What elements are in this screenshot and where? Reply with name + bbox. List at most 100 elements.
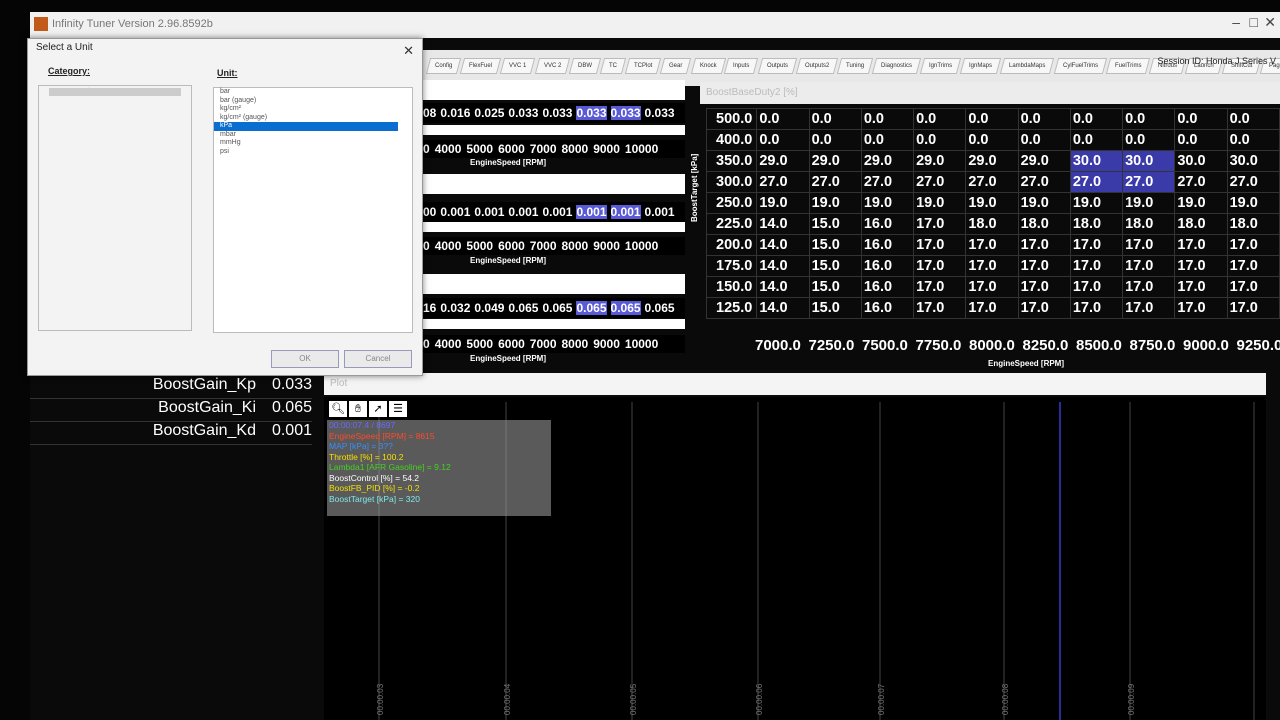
mid-cell[interactable]: 0.065	[542, 301, 572, 315]
table-cell[interactable]: 30.0	[1122, 150, 1176, 172]
cursor-icon[interactable]: ➚	[369, 401, 387, 417]
unit-item[interactable]: psi	[214, 148, 412, 157]
table-cell[interactable]: 19.0	[756, 192, 810, 214]
category-list[interactable]: Pressure Unit	[38, 85, 192, 331]
table-cell[interactable]: 0.0	[913, 108, 967, 130]
table-cell[interactable]: 17.0	[1174, 276, 1228, 298]
tab-14[interactable]: IgnTrims	[920, 58, 962, 74]
tab-7[interactable]: Gear	[660, 58, 692, 74]
table-cell[interactable]: 17.0	[1174, 297, 1228, 319]
table-cell[interactable]: 0.0	[808, 129, 862, 151]
unit-item[interactable]: mbar	[214, 131, 412, 140]
mid-cell[interactable]: 00	[423, 205, 436, 219]
table-cell[interactable]: 17.0	[1069, 297, 1124, 319]
table-cell[interactable]: 27.0	[965, 171, 1019, 193]
table-cell[interactable]: 27.0	[860, 171, 915, 193]
table-cell[interactable]: 29.0	[860, 150, 915, 172]
table-cell[interactable]: 15.0	[808, 234, 862, 256]
ok-button[interactable]: OK	[271, 350, 339, 368]
table-cell[interactable]: 0.0	[808, 108, 862, 130]
mid-panel-3-scrollbar[interactable]	[423, 319, 685, 329]
table-cell[interactable]: 14.0	[756, 276, 810, 298]
table-cell[interactable]: 0.0	[1174, 108, 1228, 130]
mid-cell[interactable]: 0.001	[474, 205, 504, 219]
table-cell[interactable]: 14.0	[756, 234, 810, 256]
table-cell[interactable]: 27.0	[1069, 171, 1124, 193]
mid-panel-3-values[interactable]: 16 0.032 0.049 0.065 0.065 0.065 0.065 0.065	[423, 298, 685, 318]
table-cell[interactable]: 17.0	[913, 297, 967, 319]
table-cell[interactable]: 27.0	[1226, 171, 1280, 193]
table-cell[interactable]: 17.0	[1122, 255, 1176, 277]
table-cell[interactable]: 16.0	[860, 234, 915, 256]
table-cell[interactable]: 27.0	[756, 171, 810, 193]
table-cell[interactable]: 0.0	[1226, 129, 1280, 151]
table-cell[interactable]: 14.0	[756, 213, 810, 235]
pan-hand-icon[interactable]: ✋︎	[349, 401, 367, 417]
table-cell[interactable]: 17.0	[1017, 297, 1071, 319]
table-cell[interactable]: 27.0	[1122, 171, 1176, 193]
table-cell[interactable]: 17.0	[1017, 234, 1071, 256]
table-cell[interactable]: 17.0	[913, 255, 967, 277]
unit-item[interactable]: kg/cm²	[214, 105, 412, 114]
table-cell[interactable]: 0.0	[1069, 108, 1124, 130]
table-cell[interactable]: 14.0	[756, 297, 810, 319]
table-cell[interactable]: 15.0	[808, 276, 862, 298]
tab-6[interactable]: TCPlot	[624, 58, 662, 74]
table-cell[interactable]: 16.0	[860, 255, 915, 277]
table-cell[interactable]: 0.0	[965, 108, 1019, 130]
table-cell[interactable]: 19.0	[1069, 192, 1124, 214]
table-cell[interactable]: 17.0	[965, 234, 1019, 256]
table-cell[interactable]: 0.0	[1017, 129, 1071, 151]
table-cell[interactable]: 0.0	[913, 129, 967, 151]
mid-cell[interactable]: 0.001	[440, 205, 470, 219]
mid-cell[interactable]: 0.001	[576, 205, 607, 219]
table-cell[interactable]: 29.0	[913, 150, 967, 172]
mid-cell[interactable]: 0.065	[610, 301, 641, 315]
mid-cell[interactable]: 0.033	[610, 106, 641, 120]
table-cell[interactable]: 17.0	[913, 276, 967, 298]
table-cell[interactable]: 17.0	[1122, 297, 1176, 319]
mid-cell[interactable]: 0.065	[508, 301, 538, 315]
table-cell[interactable]: 19.0	[860, 192, 915, 214]
tab-11[interactable]: Outputs2	[795, 58, 839, 74]
mid-cell[interactable]: 0.065	[576, 301, 607, 315]
table-cell[interactable]: 0.0	[756, 108, 810, 130]
unit-item[interactable]: kg/cm² (gauge)	[214, 114, 412, 123]
minimize-icon[interactable]: –	[1232, 14, 1240, 30]
table-cell[interactable]: 17.0	[1017, 255, 1071, 277]
table-cell[interactable]: 0.0	[1069, 129, 1124, 151]
table-cell[interactable]: 17.0	[913, 234, 967, 256]
table-cell[interactable]: 18.0	[1069, 213, 1124, 235]
table-cell[interactable]: 0.0	[1174, 129, 1228, 151]
table-cell[interactable]: 0.0	[1122, 129, 1176, 151]
table-cell[interactable]: 16.0	[860, 276, 915, 298]
table-cell[interactable]: 29.0	[965, 150, 1019, 172]
table-cell[interactable]: 19.0	[913, 192, 967, 214]
maximize-icon[interactable]: □	[1250, 14, 1258, 30]
mid-cell[interactable]: 08	[423, 106, 436, 120]
table-cell[interactable]: 18.0	[1174, 213, 1228, 235]
table-cell[interactable]: 29.0	[756, 150, 810, 172]
table-cell[interactable]: 27.0	[1017, 171, 1071, 193]
table-cell[interactable]: 27.0	[808, 171, 862, 193]
close-icon[interactable]: ✕	[1264, 14, 1276, 31]
mid-cell[interactable]: 0.032	[440, 301, 470, 315]
tab-2[interactable]: VVC 1	[500, 58, 536, 74]
unit-item[interactable]: mmHg	[214, 139, 412, 148]
mid-cell[interactable]: 0.065	[645, 301, 675, 315]
table-cell[interactable]: 0.0	[1122, 108, 1176, 130]
mid-panel-1-values[interactable]: 08 0.016 0.025 0.033 0.033 0.033 0.033 0.033	[423, 103, 685, 123]
table-cell[interactable]: 14.0	[756, 255, 810, 277]
tab-16[interactable]: LambdaMaps	[1000, 58, 1055, 74]
table-cell[interactable]: 17.0	[1226, 255, 1280, 277]
param-value[interactable]: 0.001	[262, 422, 312, 440]
mid-cell[interactable]: 0.001	[610, 205, 641, 219]
table-cell[interactable]: 17.0	[965, 276, 1019, 298]
tab-18[interactable]: FuelTrims	[1105, 58, 1151, 74]
table-cell[interactable]: 16.0	[860, 297, 915, 319]
table-cell[interactable]: 19.0	[1017, 192, 1071, 214]
tab-9[interactable]: Inputs	[724, 58, 759, 74]
table-cell[interactable]: 16.0	[860, 213, 915, 235]
mid-cell[interactable]: 0.049	[474, 301, 504, 315]
dialog-close-icon[interactable]: ✕	[403, 43, 414, 59]
